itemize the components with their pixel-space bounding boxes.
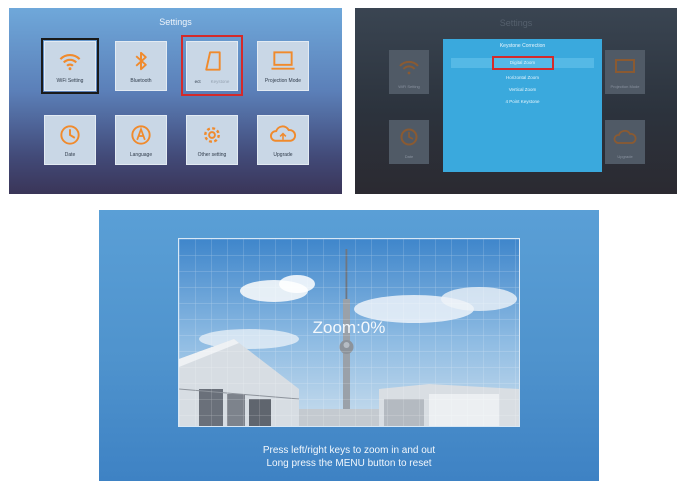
keystone-correction-dialog: Keystone Correction Digital Zoom Horizon… <box>443 39 602 172</box>
keystone-highlight-box <box>181 35 243 96</box>
other-setting-tile[interactable]: Other setting <box>186 115 238 165</box>
digital-zoom-screen: Zoom:0% Press left/right keys to zoom in… <box>99 210 599 481</box>
tile-label: Language <box>129 152 153 158</box>
tile-label: Projection Mode <box>264 78 302 84</box>
wifi-icon <box>399 60 419 75</box>
settings-title: Settings <box>159 17 192 27</box>
projected-image-preview: Zoom:0% <box>178 238 520 427</box>
projection-mode-tile[interactable]: Projection Mode <box>257 41 309 91</box>
background-projection-tile: Projection Mode <box>605 50 645 94</box>
zoom-hint-line-1: Press left/right keys to zoom in and out <box>262 445 436 456</box>
dialog-title: Keystone Correction <box>499 43 546 49</box>
cloud-upgrade-icon <box>613 129 637 144</box>
digital-zoom-highlight-box <box>492 56 554 70</box>
zoom-level-label: Zoom:0% <box>312 318 386 337</box>
wifi-setting-tile[interactable]: WiFi Setting <box>41 38 99 94</box>
option-vertical-zoom[interactable]: Vertical Zoom <box>443 87 602 92</box>
keystone-dialog-screen: Settings WiFi Setting Projection Mode Da… <box>355 8 677 194</box>
settings-screen: Settings WiFi Setting Bluetooth ect Keys… <box>9 8 342 194</box>
tile-label: WiFi Setting <box>398 84 420 89</box>
option-horizontal-zoom[interactable]: Horizontal Zoom <box>443 75 602 80</box>
language-tile[interactable]: Language <box>115 115 167 165</box>
tile-label: Projection Mode <box>610 84 640 89</box>
tile-label: Other setting <box>197 152 227 158</box>
tile-label: Date <box>64 152 76 158</box>
tile-label: Bluetooth <box>130 78 152 84</box>
clock-icon <box>400 128 418 146</box>
option-4-point-keystone[interactable]: 4 Point Keystone <box>443 99 602 104</box>
zoom-hint-line-2: Long press the MENU button to reset <box>266 458 432 469</box>
projection-mode-icon <box>615 59 635 73</box>
tile-label: Upgrade <box>617 154 633 159</box>
bluetooth-icon <box>135 51 147 71</box>
upgrade-tile[interactable]: Upgrade <box>257 115 309 165</box>
gear-icon <box>204 127 220 143</box>
bluetooth-tile[interactable]: Bluetooth <box>115 41 167 91</box>
background-date-tile: Date <box>389 120 429 164</box>
clock-icon <box>60 125 80 145</box>
tile-label: WiFi Setting <box>56 78 84 84</box>
background-wifi-tile: WiFi Setting <box>389 50 429 94</box>
tile-label: Upgrade <box>273 152 293 158</box>
date-tile[interactable]: Date <box>44 115 96 165</box>
cloud-upgrade-icon <box>270 125 297 142</box>
language-icon <box>131 125 151 145</box>
background-upgrade-tile: Upgrade <box>605 120 645 164</box>
tile-label: Date <box>404 154 414 159</box>
wifi-icon <box>59 53 81 71</box>
background-settings-title: Settings <box>499 18 533 28</box>
projection-mode-icon <box>271 51 295 70</box>
